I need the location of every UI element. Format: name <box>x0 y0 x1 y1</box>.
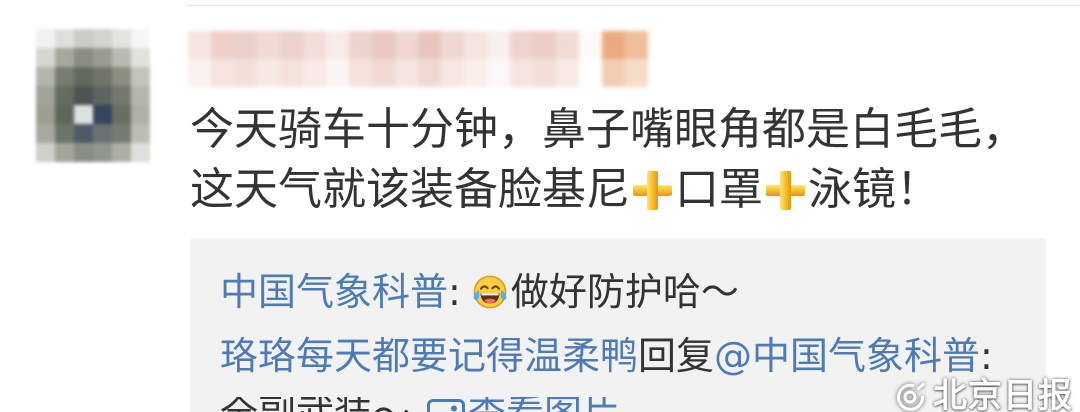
comment-line-1: 今天骑车十分钟，鼻子嘴眼角都是白毛毛， <box>190 104 1026 155</box>
reply-text: 全副武装～ <box>220 397 410 412</box>
reply-item-2: 珞珞每天都要记得温柔鸭 回复 @中国气象科普 : <box>220 324 1040 388</box>
reply-separator: : <box>448 270 461 314</box>
reply-author-link[interactable]: 珞珞每天都要记得温柔鸭 <box>220 324 638 388</box>
laughing-crying-emoji-icon <box>473 275 507 309</box>
comment-text-segment: 泳镜！ <box>808 164 940 215</box>
weibo-comment-screenshot: 今天骑车十分钟，鼻子嘴眼角都是白毛毛， 这天气就该装备脸基尼 口罩 泳镜！ 中国… <box>0 0 1080 412</box>
reply-item-1: 中国气象科普 : 做好防护哈～ <box>220 260 1040 324</box>
wechat-official-account-icon <box>897 382 925 411</box>
reply-text: 做好防护哈～ <box>510 270 739 314</box>
blurred-avatar[interactable] <box>36 29 150 162</box>
reply-word: 回复 <box>638 334 715 378</box>
image-icon-frame <box>427 399 466 412</box>
plus-emoji-icon <box>630 168 675 213</box>
blurred-username[interactable] <box>188 31 648 87</box>
image-icon-sun <box>451 405 458 412</box>
logo-tail <box>917 382 925 390</box>
comment-text-segment: 这天气就该装备脸基尼 <box>190 164 630 215</box>
reply-author-link[interactable]: 中国气象科普 <box>220 260 448 324</box>
watermark-label: 北京日报 <box>933 376 1073 412</box>
view-image-link[interactable]: 查看图片 <box>468 397 620 412</box>
comment-line-2: 这天气就该装备脸基尼 口罩 泳镜！ <box>190 160 1070 220</box>
plus-emoji-icon <box>763 168 808 213</box>
comment-divider <box>186 5 1080 6</box>
comment-text-segment: 口罩 <box>675 164 763 215</box>
image-icon[interactable] <box>426 397 466 412</box>
emoji-teeth <box>481 293 499 296</box>
watermark: 北京日报 <box>893 376 1073 412</box>
comment-text: 今天骑车十分钟，鼻子嘴眼角都是白毛毛， 这天气就该装备脸基尼 口罩 泳镜！ <box>190 100 1070 220</box>
logo-inner-ring <box>903 390 917 403</box>
